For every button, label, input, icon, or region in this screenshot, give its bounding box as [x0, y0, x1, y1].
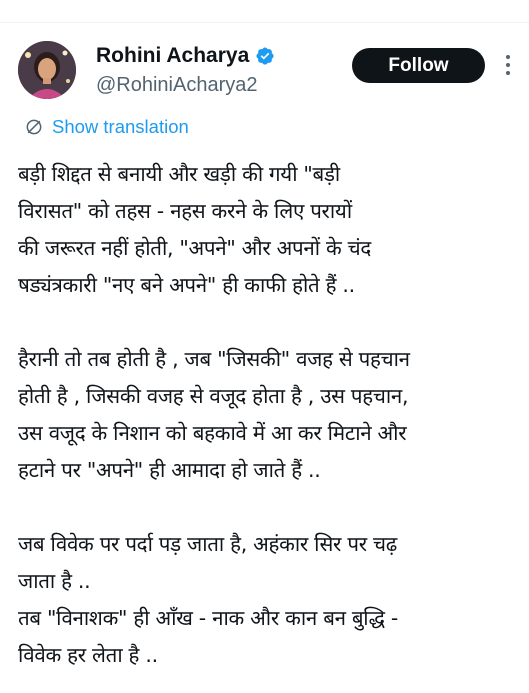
more-vertical-icon[interactable]	[500, 52, 516, 80]
tweet-line: तब "विनाशक" ही आँख - नाक और कान बन बुद्ध…	[18, 606, 398, 630]
show-translation-label[interactable]: Show translation	[52, 116, 189, 138]
tweet-line: जब विवेक पर पर्दा पड़ जाता है, अहंकार सि…	[18, 532, 397, 556]
top-divider	[0, 22, 529, 23]
follow-button[interactable]: Follow	[352, 48, 485, 83]
author-handle[interactable]: @RohiniAcharya2	[96, 74, 258, 97]
profile-photo	[18, 41, 76, 99]
show-translation-link[interactable]: Show translation	[24, 116, 189, 138]
tweet-line: की जरूरत नहीं होती, "अपने" और अपनों के च…	[18, 236, 371, 260]
tweet-line: उस वजूद के निशान को बहकावे में आ कर मिटा…	[18, 421, 407, 445]
tweet-line: विवेक हर लेता है ..	[18, 643, 158, 667]
tweet-line: हटाने पर "अपने" ही आमादा हो जाते हैं ..	[18, 458, 321, 482]
author-display-name[interactable]: Rohini Acharya	[96, 44, 249, 68]
verified-badge-icon	[256, 47, 274, 65]
tweet-text: बड़ी शिद्दत से बनायी और खड़ी की गयी "बड़…	[18, 156, 523, 674]
avatar[interactable]	[18, 41, 76, 99]
tweet-line: विरासत" को तहस - नहस करने के लिए परायों	[18, 199, 352, 223]
author-name-row[interactable]: Rohini Acharya	[96, 44, 275, 68]
tweet-line: षड्यंत्रकारी "नए बने अपने" ही काफी होते …	[18, 273, 355, 297]
translate-icon	[26, 119, 42, 135]
tweet-line: जाता है ..	[18, 569, 91, 593]
tweet-line: होती है , जिसकी वजह से वजूद होता है , उस…	[18, 384, 409, 408]
tweet-line: बड़ी शिद्दत से बनायी और खड़ी की गयी "बड़…	[18, 162, 340, 186]
tweet-line: हैरानी तो तब होती है , जब "जिसकी" वजह से…	[18, 347, 410, 371]
